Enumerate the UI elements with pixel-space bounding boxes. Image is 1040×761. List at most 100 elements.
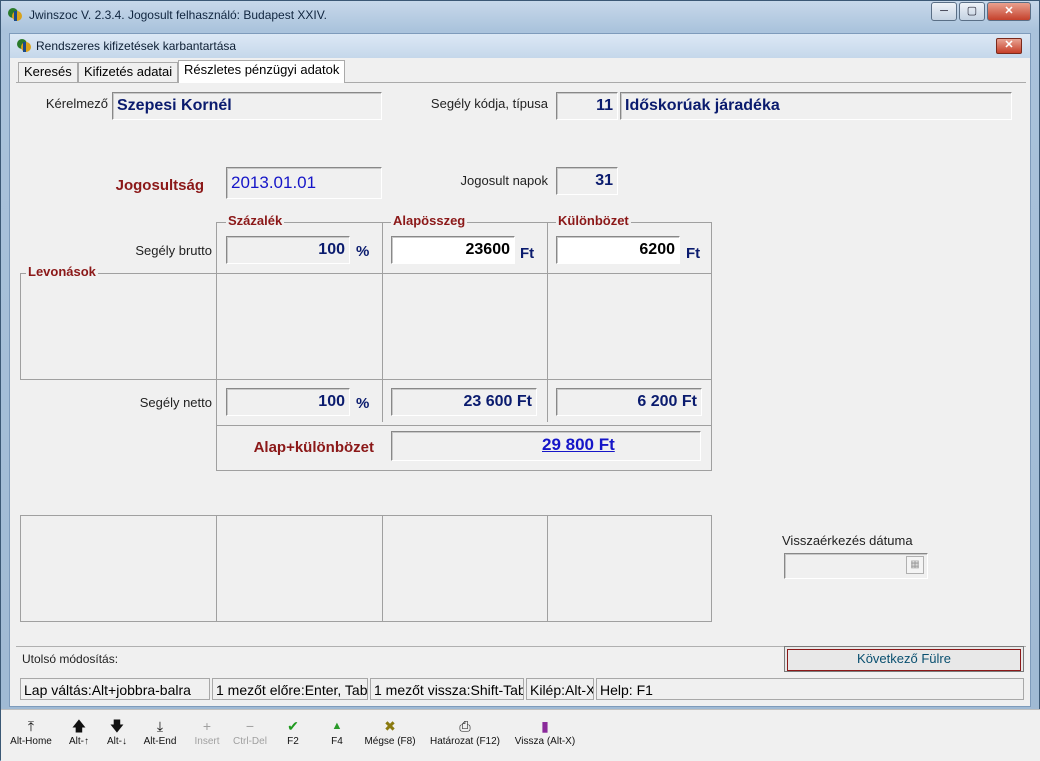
plus-icon: +: [202, 718, 212, 734]
app-window: Jwinszoc V. 2.3.4. Jogosult felhasználó:…: [0, 0, 1040, 761]
jogosultsag-label: Jogosultság: [115, 177, 204, 194]
prev-record-label: Alt-↑: [69, 736, 89, 747]
segely-kod-label: Segély kódja, típusa: [430, 96, 548, 111]
tab-kifizetes-adatai[interactable]: Kifizetés adatai: [78, 62, 179, 82]
segely-netto-label: Segély netto: [139, 395, 212, 410]
minimize-button[interactable]: ─: [931, 2, 957, 21]
netto-alap-field[interactable]: 23 600 Ft: [391, 388, 537, 416]
cancel-label: Mégse (F8): [364, 736, 416, 747]
brutto-kulonbozet-unit: Ft: [686, 245, 701, 262]
lower-grid-col-3: [547, 515, 548, 622]
calendar-icon[interactable]: ▦: [906, 556, 924, 574]
jogosultsag-field[interactable]: 2013.01.01: [226, 167, 382, 199]
toolbar: ⤒ Alt-Home 🡅 Alt-↑ 🡇 Alt-↓ ⤓ Alt-End + I…: [1, 709, 1040, 761]
brutto-percent-field[interactable]: 100: [226, 236, 350, 264]
netto-percent-field[interactable]: 100: [226, 388, 350, 416]
status-bar: Lap váltás:Alt+jobbra-balra 1 mezőt előr…: [16, 676, 1026, 704]
segely-brutto-label: Segély brutto: [135, 243, 212, 258]
maximize-button[interactable]: ▢: [959, 2, 985, 21]
exit-door-icon: ▮: [541, 718, 549, 734]
grid-left-line: [216, 222, 217, 471]
last-record-icon: ⤓: [156, 718, 164, 734]
osszes-top-line: [216, 425, 712, 426]
arrow-down-icon: 🡇: [109, 718, 125, 734]
tab-reszletes-penzugyi-adatok[interactable]: Részletes pénzügyi adatok: [178, 60, 346, 83]
save-button[interactable]: ✔ F2: [275, 716, 311, 758]
form-close-button[interactable]: ✕: [996, 38, 1022, 54]
status-lap-valtas: Lap váltás:Alt+jobbra-balra: [20, 678, 210, 700]
footer-bar: Utolsó módosítás: Következő Fülre: [16, 646, 1026, 672]
arrow-up-icon: 🡅: [71, 718, 87, 734]
first-record-button[interactable]: ⤒ Alt-Home: [7, 716, 55, 758]
grid-col-line-2: [547, 222, 548, 422]
last-record-button[interactable]: ⤓ Alt-End: [137, 716, 183, 758]
hatarozat-button[interactable]: ⎙ Határozat (F12): [425, 716, 505, 758]
brutto-kulonbozet-input[interactable]: 6200: [556, 236, 680, 264]
grid-bottom-line: [216, 470, 712, 471]
netto-kulonbozet-field[interactable]: 6 200 Ft: [556, 388, 702, 416]
kerelmezo-label: Kérelmező: [45, 96, 108, 111]
alaposszeg-header: Alapösszeg: [391, 213, 468, 228]
f4-button[interactable]: ▲ F4: [319, 716, 355, 758]
brutto-alap-unit: Ft: [520, 245, 535, 262]
osszes-field[interactable]: 29 800 Ft: [391, 431, 701, 461]
next-record-button[interactable]: 🡇 Alt-↓: [97, 716, 137, 758]
app-logo-icon: [7, 7, 23, 23]
minus-icon: −: [245, 718, 255, 734]
form-logo-icon: [16, 38, 32, 54]
hatarozat-label: Határozat (F12): [429, 736, 501, 747]
status-help: Help: F1: [596, 678, 1024, 700]
brutto-alap-input[interactable]: 23600: [391, 236, 515, 264]
last-record-label: Alt-End: [143, 736, 177, 747]
jogosult-napok-label: Jogosult napok: [460, 173, 548, 188]
save-label: F2: [287, 736, 299, 747]
lower-grid-col-2: [382, 515, 383, 622]
netto-percent-unit: %: [356, 395, 370, 412]
tab-kereses[interactable]: Keresés: [18, 62, 78, 82]
status-mezo-vissza: 1 mezőt vissza:Shift-Tab: [370, 678, 524, 700]
next-record-label: Alt-↓: [107, 736, 127, 747]
lower-grid-bottom-line: [20, 621, 712, 622]
visszaerkezes-label: Visszaérkezés dátuma: [782, 533, 913, 548]
status-kilep: Kilép:Alt-X: [526, 678, 594, 700]
lower-grid-left-line: [20, 515, 21, 622]
status-mezo-elore: 1 mezőt előre:Enter, Tab: [212, 678, 368, 700]
delete-label: Ctrl-Del: [233, 736, 267, 747]
cancel-button[interactable]: ✖ Mégse (F8): [359, 716, 421, 758]
delete-button[interactable]: − Ctrl-Del: [229, 716, 271, 758]
exit-button[interactable]: ▮ Vissza (Alt-X): [509, 716, 581, 758]
form-window: Rendszeres kifizetések karbantartása ✕ K…: [9, 33, 1031, 707]
lower-grid-right-line: [711, 515, 712, 622]
levonasok-header: Levonások: [26, 264, 98, 279]
grid-right-line: [711, 222, 712, 471]
osszes-label: Alap+különbözet: [253, 439, 374, 456]
exit-label: Vissza (Alt-X): [514, 736, 576, 747]
tab-panel: Kérelmező Szepesi Kornél Segély kódja, t…: [16, 82, 1026, 642]
levonasok-left-line: [20, 273, 21, 380]
grid-col-line-1: [382, 222, 383, 422]
kulonbozet-header: Különbözet: [556, 213, 631, 228]
segely-tipus-field[interactable]: Időskorúak járadéka: [620, 92, 1012, 120]
lower-grid-col-1: [216, 515, 217, 622]
kerelmezo-field[interactable]: Szepesi Kornél: [112, 92, 382, 120]
levonasok-top-line: [20, 273, 712, 274]
triangle-up-icon: ▲: [331, 720, 343, 732]
app-title: Jwinszoc V. 2.3.4. Jogosult felhasználó:…: [29, 8, 327, 22]
jogosult-napok-field[interactable]: 31: [556, 167, 618, 195]
insert-button[interactable]: + Insert: [187, 716, 227, 758]
prev-record-button[interactable]: 🡅 Alt-↑: [59, 716, 99, 758]
kovetkezo-button[interactable]: Következő Fülre: [784, 646, 1024, 672]
close-button[interactable]: ✕: [987, 2, 1031, 21]
osszes-value: 29 800 Ft: [542, 435, 615, 454]
segely-kod-field[interactable]: 11: [556, 92, 618, 120]
first-record-icon: ⤒: [27, 718, 35, 734]
insert-label: Insert: [194, 736, 220, 747]
check-icon: ✔: [287, 718, 299, 734]
brutto-percent-unit: %: [356, 243, 370, 260]
kovetkezo-button-label: Következő Fülre: [787, 649, 1021, 671]
szazalek-header: Százalék: [226, 213, 285, 228]
cancel-x-icon: ✖: [384, 718, 396, 734]
levonasok-bottom-line: [20, 379, 712, 380]
lower-grid-top-line: [20, 515, 712, 516]
form-title: Rendszeres kifizetések karbantartása: [36, 39, 237, 53]
